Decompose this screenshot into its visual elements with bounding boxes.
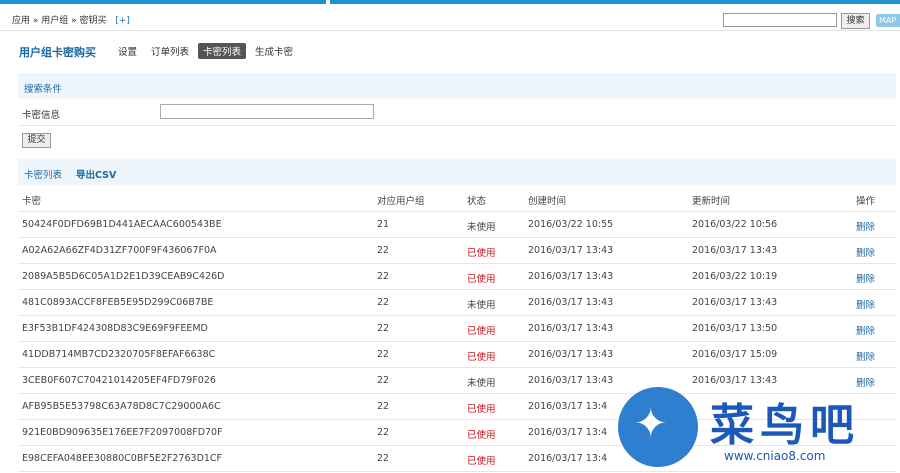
status-text: 未使用 [467, 378, 496, 389]
header-status: 状态 [467, 196, 487, 207]
card-key: 3CEB0F607C70421014205EF4FD79F026 [22, 375, 216, 386]
breadcrumb-text: 应用 » 用户组 » 密钥买 [12, 16, 107, 26]
filter-row: 卡密信息 [18, 99, 896, 126]
header-group: 对应用户组 [377, 196, 425, 207]
breadcrumb: 应用 » 用户组 » 密钥买 [+] [12, 13, 130, 26]
updated-time: 2016/03/17 13:43 [692, 297, 778, 308]
delete-link[interactable]: 删除 [856, 349, 875, 363]
status-text: 已使用 [467, 274, 496, 285]
group-id: 22 [377, 323, 390, 334]
status-text: 已使用 [467, 248, 496, 259]
status-text: 已使用 [467, 326, 496, 337]
created-time: 2016/03/17 13:43 [528, 245, 614, 256]
group-id: 22 [377, 297, 390, 308]
delete-link[interactable]: 删除 [856, 271, 875, 285]
tab-card-list[interactable]: 卡密列表 [198, 43, 247, 59]
site-watermark: ✦ 菜鸟吧 www.cniao8.com [612, 383, 900, 473]
status-text: 已使用 [467, 430, 496, 441]
breadcrumb-bar: 应用 » 用户组 » 密钥买 [+] 搜索 MAP [0, 4, 900, 31]
group-id: 22 [377, 375, 390, 386]
card-key: 2089A5B5D6C05A1D2E1D39CEAB9C426D [22, 271, 225, 282]
table-row: 2089A5B5D6C05A1D2E1D39CEAB9C426D 22 已使用 … [18, 263, 896, 290]
map-button[interactable]: MAP [876, 14, 900, 27]
table-row: 481C0893ACCF8FEB5E95D299C06B7BE 22 未使用 2… [18, 289, 896, 316]
updated-time: 2016/03/22 10:56 [692, 219, 778, 230]
filter-section-title: 搜索条件 [24, 84, 63, 95]
tab-settings[interactable]: 设置 [113, 43, 142, 59]
group-id: 22 [377, 427, 390, 438]
add-shortcut-link[interactable]: [+] [115, 16, 130, 26]
top-search-button[interactable]: 搜索 [841, 13, 870, 29]
card-key: 481C0893ACCF8FEB5E95D299C06B7BE [22, 297, 214, 308]
table-row: E3F53B1DF424308D83C9E69F9FEEMD 22 已使用 20… [18, 315, 896, 342]
delete-link[interactable]: 删除 [856, 323, 875, 337]
tab-generate-cards[interactable]: 生成卡密 [250, 43, 298, 59]
card-key: 41DDB714MB7CD2320705F8EFAF6638C [22, 349, 216, 360]
created-time: 2016/03/17 13:4 [528, 401, 608, 412]
card-key: 921E0BD909635E176EE7F2097008FD70F [22, 427, 223, 438]
table-header: 卡密 对应用户组 状态 创建时间 更新时间 操作 [18, 185, 896, 212]
watermark-text: 菜鸟吧 [710, 400, 860, 451]
updated-time: 2016/03/17 13:50 [692, 323, 778, 334]
export-csv-link[interactable]: 导出CSV [76, 167, 116, 181]
status-text: 未使用 [467, 300, 496, 311]
created-time: 2016/03/17 13:4 [528, 427, 608, 438]
card-key: 50424F0DFD69B1D441AECAAC600543BE [22, 219, 222, 230]
status-text: 已使用 [467, 456, 496, 467]
card-info-input[interactable] [160, 104, 374, 119]
updated-time: 2016/03/17 15:09 [692, 349, 778, 360]
filter-section-header: 搜索条件 [18, 73, 896, 99]
created-time: 2016/03/17 13:4 [528, 453, 608, 464]
updated-time: 2016/03/17 13:43 [692, 245, 778, 256]
status-text: 已使用 [467, 404, 496, 415]
card-key: AFB95B5E53798C63A78D8C7C29000A6C [22, 401, 221, 412]
delete-link[interactable]: 删除 [856, 245, 875, 259]
group-id: 22 [377, 349, 390, 360]
header-action: 操作 [856, 196, 876, 207]
sub-navigation: 设置 订单列表 卡密列表 生成卡密 [113, 43, 302, 59]
created-time: 2016/03/17 13:43 [528, 297, 614, 308]
created-time: 2016/03/17 13:43 [528, 375, 614, 386]
group-id: 22 [377, 271, 390, 282]
group-id: 22 [377, 245, 390, 256]
group-id: 21 [377, 219, 390, 230]
table-row: 50424F0DFD69B1D441AECAAC600543BE 21 未使用 … [18, 211, 896, 238]
tab-order-list[interactable]: 订单列表 [146, 43, 194, 59]
watermark-url: www.cniao8.com [724, 449, 826, 463]
updated-time: 2016/03/22 10:19 [692, 271, 778, 282]
header-updated: 更新时间 [692, 196, 731, 207]
status-text: 未使用 [467, 222, 496, 233]
card-key: E98CEFA048EE30880C0BF5E2F2763D1CF [22, 453, 223, 464]
list-section-title: 卡密列表 [24, 170, 63, 181]
header-created: 创建时间 [528, 196, 567, 207]
header-card: 卡密 [22, 196, 42, 207]
list-section-header: 卡密列表 导出CSV [18, 159, 896, 185]
delete-link[interactable]: 删除 [856, 297, 875, 311]
status-text: 已使用 [467, 352, 496, 363]
group-id: 22 [377, 453, 390, 464]
created-time: 2016/03/17 13:43 [528, 271, 614, 282]
created-time: 2016/03/17 13:43 [528, 323, 614, 334]
top-search-input[interactable] [723, 13, 837, 27]
delete-link[interactable]: 删除 [856, 219, 875, 233]
submit-button[interactable]: 提交 [22, 133, 51, 148]
card-info-label: 卡密信息 [22, 110, 61, 121]
table-row: A02A62A66ZF4D31ZF700F9F436067F0A 22 已使用 … [18, 237, 896, 264]
created-time: 2016/03/22 10:55 [528, 219, 614, 230]
table-row: 41DDB714MB7CD2320705F8EFAF6638C 22 已使用 2… [18, 341, 896, 368]
card-key: A02A62A66ZF4D31ZF700F9F436067F0A [22, 245, 217, 256]
created-time: 2016/03/17 13:43 [528, 349, 614, 360]
group-id: 22 [377, 401, 390, 412]
card-key: E3F53B1DF424308D83C9E69F9FEEMD [22, 323, 208, 334]
page-title: 用户组卡密购买 [19, 46, 96, 59]
